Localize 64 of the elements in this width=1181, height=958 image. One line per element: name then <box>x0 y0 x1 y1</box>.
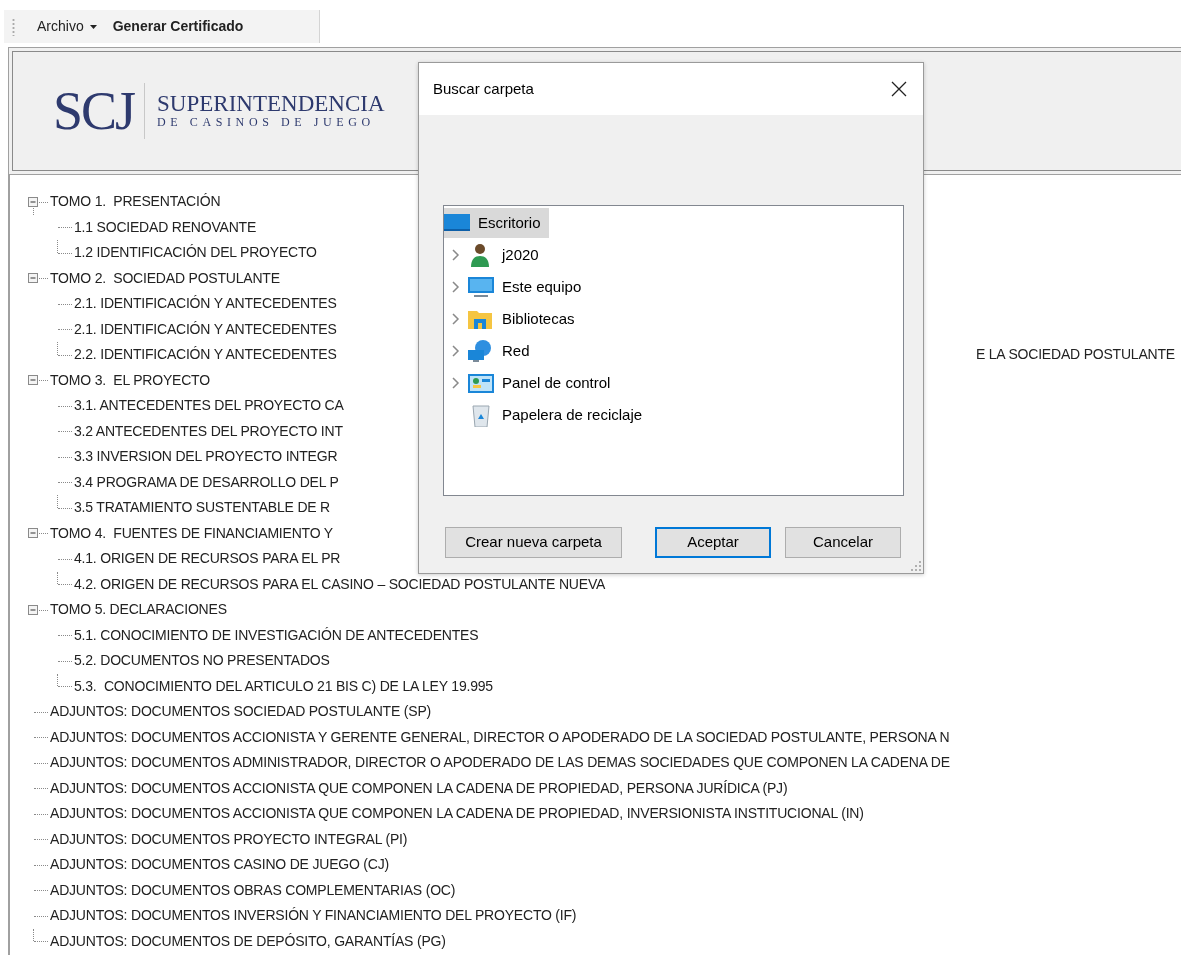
tree-item[interactable]: TOMO 4. FUENTES DE FINANCIAMIENTO Y <box>50 522 333 544</box>
toolbar-grip[interactable] <box>12 17 15 36</box>
collapse-icon[interactable] <box>28 528 38 539</box>
tree-item[interactable]: 2.2. IDENTIFICACIÓN Y ANTECEDENTES <box>74 344 337 366</box>
collapse-icon[interactable] <box>28 273 38 284</box>
folder-item[interactable]: Bibliotecas <box>468 304 583 334</box>
folder-item[interactable]: Panel de control <box>468 368 619 398</box>
tree-item[interactable]: 1.2 IDENTIFICACIÓN DEL PROYECTO <box>74 242 317 264</box>
tree-item[interactable]: ADJUNTOS: DOCUMENTOS SOCIEDAD POSTULANTE (SP) <box>50 701 431 723</box>
folder-item[interactable]: Papelera de reciclaje <box>468 400 651 430</box>
chevron-icon[interactable] <box>452 249 460 261</box>
tree-item[interactable]: ADJUNTOS: DOCUMENTOS ACCIONISTA QUE COMPONEN LA CADENA DE PROPIEDAD, INVERSIONISTA INSTITUCIONAL (IN) <box>50 803 864 825</box>
dialog-button[interactable]: Aceptar <box>655 527 771 558</box>
tree-item[interactable]: 5.3. CONOCIMIENTO DEL ARTICULO 21 BIS C) DE LA LEY 19.995 <box>74 675 493 697</box>
tree-item[interactable]: 4.2. ORIGEN DE RECURSOS PARA EL CASINO – SOCIEDAD POSTULANTE NUEVA <box>74 573 606 595</box>
tree-item[interactable]: 3.4 PROGRAMA DE DESARROLLO DEL P <box>74 471 339 493</box>
tree-item[interactable]: TOMO 3. EL PROYECTO <box>50 369 210 391</box>
dialog-button[interactable]: Cancelar <box>785 527 901 558</box>
folder-item[interactable]: j2020 <box>468 240 547 270</box>
logo-subtitle: DE CASINOS DE JUEGO <box>157 115 376 130</box>
tree-item[interactable]: 4.1. ORIGEN DE RECURSOS PARA EL PR <box>74 548 341 570</box>
tree-item[interactable]: 3.3 INVERSION DEL PROYECTO INTEGR <box>74 446 338 468</box>
logo-title: SUPERINTENDENCIA <box>157 92 385 116</box>
tree-item[interactable]: ADJUNTOS: DOCUMENTOS OBRAS COMPLEMENTARIAS (OC) <box>50 879 456 901</box>
collapse-icon[interactable] <box>28 604 38 615</box>
dialog-title: Buscar carpeta <box>433 78 534 99</box>
folder-item[interactable]: Este equipo <box>468 272 590 302</box>
tree-item[interactable]: 5.1. CONOCIMIENTO DE INVESTIGACIÓN DE ANTECEDENTES <box>74 624 479 646</box>
toolbar-button[interactable]: Generar Certificado <box>106 14 250 39</box>
folder-item[interactable]: Escritorio <box>444 208 549 238</box>
tree-item[interactable]: TOMO 1. PRESENTACIÓN <box>50 191 221 213</box>
tree-item[interactable]: 3.5 TRATAMIENTO SUSTENTABLE DE R <box>74 497 331 519</box>
tree-item[interactable]: 5.2. DOCUMENTOS NO PRESENTADOS <box>74 650 330 672</box>
tree-item[interactable]: ADJUNTOS: DOCUMENTOS INVERSIÓN Y FINANCIAMIENTO DEL PROYECTO (IF) <box>50 905 577 927</box>
chevron-icon[interactable] <box>452 377 460 389</box>
tree-item[interactable]: ADJUNTOS: DOCUMENTOS PROYECTO INTEGRAL (PI) <box>50 828 408 850</box>
tree-item[interactable]: ADJUNTOS: DOCUMENTOS ACCIONISTA QUE COMPONEN LA CADENA DE PROPIEDAD, PERSONA JURÍDICA (PJ) <box>50 777 788 799</box>
dialog-button[interactable]: Crear nueva carpeta <box>445 527 622 558</box>
tree-item[interactable]: 3.2 ANTECEDENTES DEL PROYECTO INT <box>74 420 343 442</box>
collapse-icon[interactable] <box>28 196 38 207</box>
caret-icon <box>89 24 97 29</box>
file-menu[interactable]: Archivo <box>31 14 103 39</box>
computer-icon <box>468 275 494 299</box>
chevron-icon[interactable] <box>452 281 460 293</box>
tree-item[interactable]: 2.1. IDENTIFICACIÓN Y ANTECEDENTES <box>74 318 337 340</box>
control-panel-icon <box>468 371 494 395</box>
tree-item-text: E LA SOCIEDAD POSTULANTE <box>975 345 1176 365</box>
tree-item[interactable]: ADJUNTOS: DOCUMENTOS CASINO DE JUEGO (CJ) <box>50 854 389 876</box>
tree-item[interactable]: 1.1 SOCIEDAD RENOVANTE <box>74 216 257 238</box>
chevron-icon[interactable] <box>452 345 460 357</box>
tree-item[interactable]: ADJUNTOS: DOCUMENTOS ADMINISTRADOR, DIRECTOR O APODERADO DE LAS DEMAS SOCIEDADES QUE COMPONEN LA CADENA DE <box>50 752 950 774</box>
tree-item[interactable]: ADJUNTOS: DOCUMENTOS DE DEPÓSITO, GARANTÍAS (PG) <box>50 930 446 952</box>
resize-grip-icon <box>911 561 921 571</box>
network-icon <box>468 339 494 363</box>
tree-item[interactable]: 3.1. ANTECEDENTES DEL PROYECTO CA <box>74 395 344 417</box>
collapse-icon[interactable] <box>28 375 38 386</box>
logo-mark: SCJ <box>53 84 135 138</box>
tree-item[interactable]: TOMO 2. SOCIEDAD POSTULANTE <box>50 267 280 289</box>
tree-item[interactable]: TOMO 5. DECLARACIONES <box>50 599 227 621</box>
tree-item[interactable]: 2.1. IDENTIFICACIÓN Y ANTECEDENTES <box>74 293 337 315</box>
chevron-icon[interactable] <box>452 313 460 325</box>
tree-item[interactable]: ADJUNTOS: DOCUMENTOS ACCIONISTA Y GERENTE GENERAL, DIRECTOR O APODERADO DE LA SOCIEDAD POSTULANTE, PERSONA N <box>50 726 950 748</box>
folder-item[interactable]: Red <box>468 336 538 366</box>
close-icon <box>891 81 907 97</box>
